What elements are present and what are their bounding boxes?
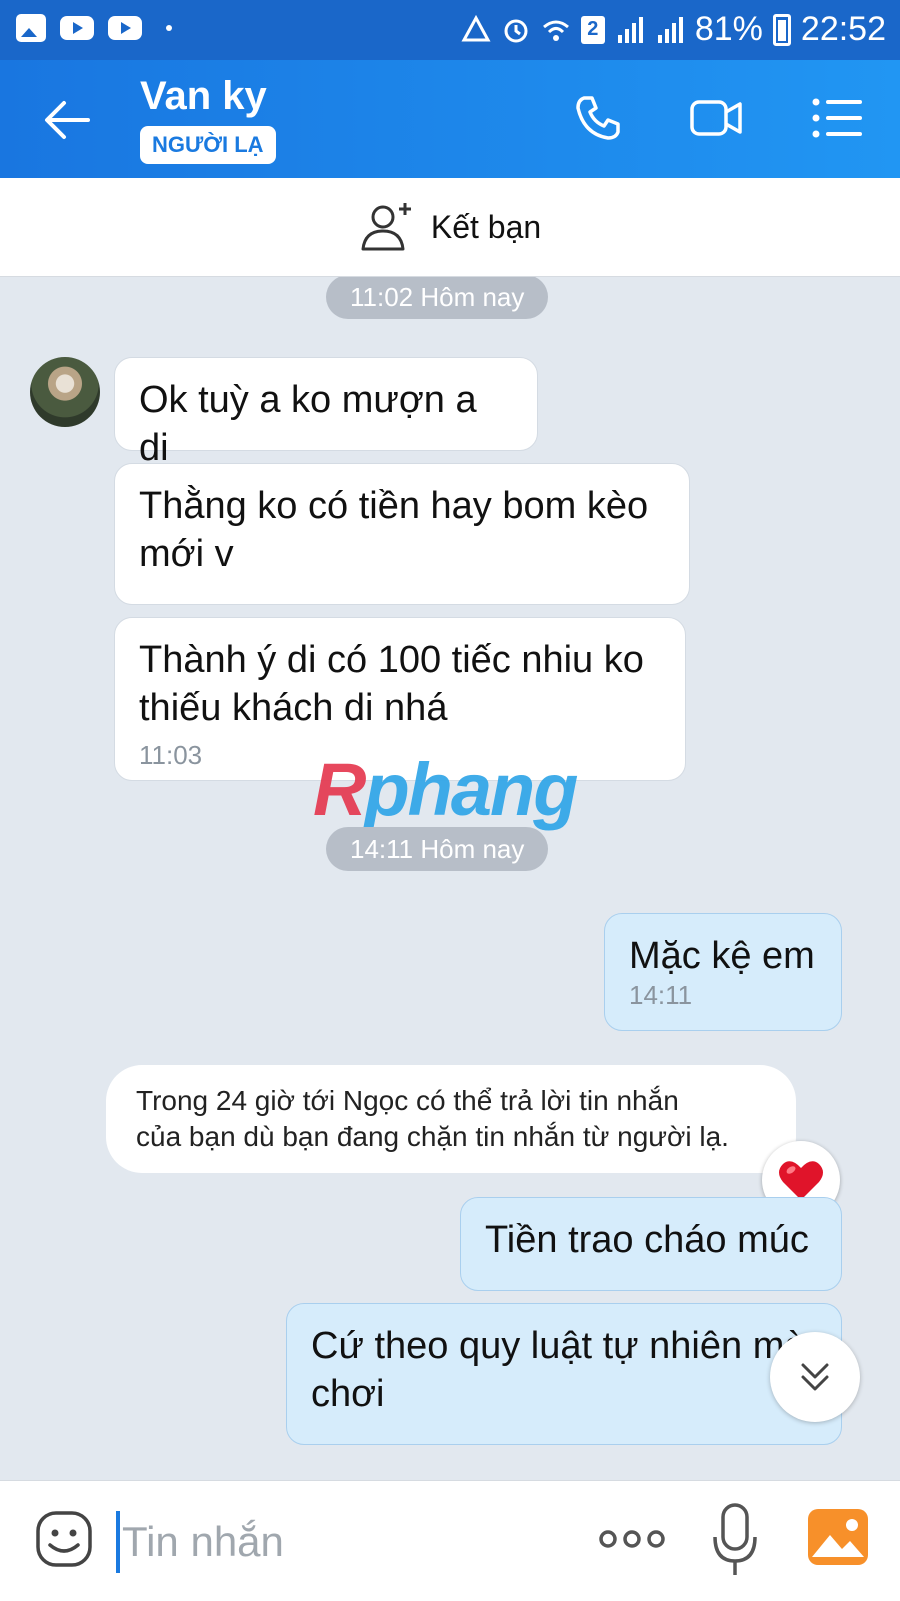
wifi-icon: [542, 20, 569, 41]
message-text: Thành ý di có 100 tiếc nhiu ko thiếu khá…: [139, 639, 644, 729]
battery-icon: [772, 13, 791, 46]
sim-badge: 2: [580, 15, 605, 44]
sticker-emoji-icon[interactable]: [34, 1509, 94, 1569]
gallery-notification-icon: [16, 14, 46, 42]
time-separator: 14:11 Hôm nay: [326, 827, 549, 871]
battery-percent: 81%: [694, 10, 763, 48]
heart-icon: [779, 1161, 823, 1200]
message-text: Thằng ko có tiền hay bom kèo mới v: [139, 485, 649, 575]
add-friend-bar[interactable]: Kết bạn: [0, 178, 900, 277]
double-chevron-down-icon: [801, 1363, 829, 1391]
outgoing-message[interactable]: Mặc kệ em 14:11: [604, 913, 842, 1031]
back-arrow-icon[interactable]: [40, 94, 92, 146]
chat-header: Van ky NGƯỜI LẠ: [0, 60, 900, 178]
message-text: Tiền trao cháo múc: [485, 1219, 809, 1261]
contact-avatar[interactable]: [30, 357, 100, 427]
youtube-notification-icon: [60, 16, 94, 40]
incoming-message[interactable]: Ok tuỳ a ko mượn a di: [114, 357, 538, 469]
text-cursor: [116, 1511, 120, 1573]
message-input-bar: [0, 1480, 900, 1601]
menu-list-icon[interactable]: [810, 90, 866, 146]
alarm-icon: [504, 19, 528, 42]
youtube-notification-icon: [108, 16, 142, 40]
stranger-badge: NGƯỜI LẠ: [140, 126, 276, 164]
outgoing-message[interactable]: Cứ theo quy luật tự nhiên mà chơi: [286, 1303, 842, 1445]
data-saver-icon: [461, 14, 491, 41]
photo-gallery-icon[interactable]: [806, 1507, 870, 1567]
more-options-icon[interactable]: [596, 1517, 668, 1561]
add-friend-label: Kết bạn: [430, 208, 542, 245]
outgoing-message[interactable]: Tiền trao cháo múc: [460, 1197, 842, 1291]
add-friend-icon: [361, 203, 411, 251]
status-bar: 2 81% 22:52: [0, 0, 900, 60]
stranger-notice: Trong 24 giờ tới Ngọc có thể trả lời tin…: [106, 1065, 796, 1173]
scroll-to-bottom-button[interactable]: [770, 1332, 860, 1422]
phone-call-icon[interactable]: [570, 90, 626, 146]
message-text: Ok tuỳ a ko mượn a di: [139, 379, 488, 469]
watermark-logo: Rphang: [313, 748, 578, 831]
message-input[interactable]: [122, 1507, 562, 1577]
clock: 22:52: [800, 10, 886, 48]
signal-icon: [657, 16, 683, 43]
notice-text: Trong 24 giờ tới Ngọc có thể trả lời tin…: [136, 1085, 729, 1152]
more-notifications-dot-icon: [166, 25, 172, 31]
time-separator: 11:02 Hôm nay: [326, 277, 549, 319]
microphone-icon[interactable]: [710, 1501, 760, 1579]
chat-area[interactable]: 11:02 Hôm nay Ok tuỳ a ko mượn a di Thằn…: [0, 277, 900, 1480]
signal-icon: [617, 16, 643, 43]
contact-name[interactable]: Van ky: [140, 74, 267, 119]
video-call-icon[interactable]: [688, 90, 744, 146]
message-time: 14:11: [629, 980, 693, 1010]
incoming-message[interactable]: Thằng ko có tiền hay bom kèo mới v: [114, 463, 690, 605]
message-text: Mặc kệ em: [629, 935, 815, 977]
message-text: Cứ theo quy luật tự nhiên mà chơi: [311, 1325, 806, 1415]
